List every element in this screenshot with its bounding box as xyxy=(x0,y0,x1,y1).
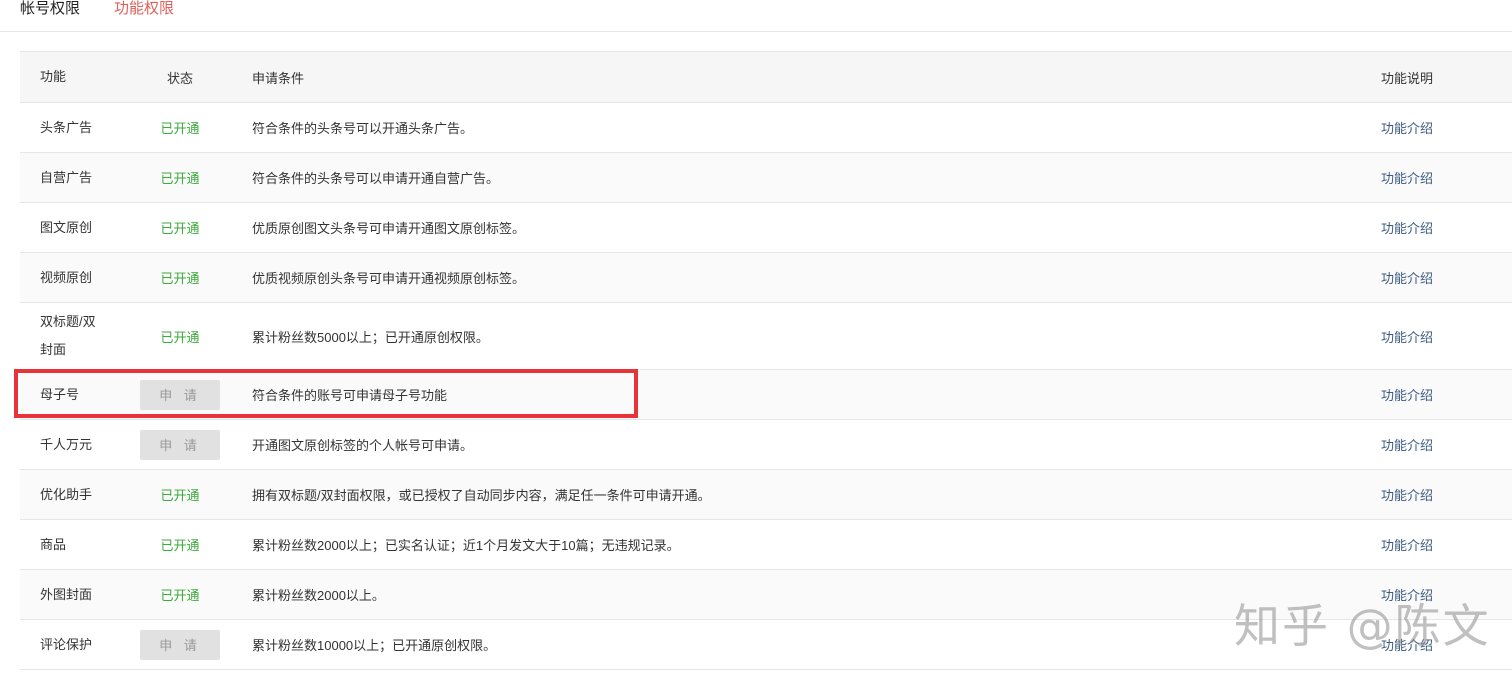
function-name: 双标题/双封面 xyxy=(40,314,96,357)
feature-intro-link[interactable]: 功能介绍 xyxy=(1381,327,1433,346)
function-name: 视频原创 xyxy=(40,269,93,285)
description-cell: 功能介绍 xyxy=(1381,303,1501,369)
description-cell: 功能介绍 xyxy=(1381,103,1501,152)
function-name: 自营广告 xyxy=(40,169,93,185)
description-cell: 功能介绍 xyxy=(1381,420,1501,469)
feature-intro-link[interactable]: 功能介绍 xyxy=(1381,485,1433,504)
condition-text: 优质视频原创头条号可申请开通视频原创标签。 xyxy=(252,271,526,286)
function-name: 商品 xyxy=(40,536,67,552)
table-header: 功能 状态 申请条件 功能说明 xyxy=(20,51,1512,103)
description-cell: 功能介绍 xyxy=(1381,370,1501,419)
feature-intro-link[interactable]: 功能介绍 xyxy=(1381,535,1433,554)
status-enabled-label: 已开通 xyxy=(160,271,200,286)
apply-button[interactable]: 申 请 xyxy=(140,429,220,460)
condition-text: 累计粉丝数2000以上；已实名认证；近1个月发文大于10篇；无违规记录。 xyxy=(252,538,680,553)
status-cell: 已开通 xyxy=(140,303,220,369)
status-cell: 已开通 xyxy=(140,103,220,152)
status-enabled-label: 已开通 xyxy=(160,121,200,136)
condition-text: 累计粉丝数2000以上。 xyxy=(252,588,385,603)
tab-function-permissions[interactable]: 功能权限 xyxy=(114,0,174,18)
status-cell: 已开通 xyxy=(140,520,220,569)
description-cell: 功能介绍 xyxy=(1381,520,1501,569)
apply-button[interactable]: 申 请 xyxy=(140,379,220,410)
feature-intro-link[interactable]: 功能介绍 xyxy=(1381,118,1433,137)
feature-intro-link[interactable]: 功能介绍 xyxy=(1381,385,1433,404)
status-cell: 已开通 xyxy=(140,570,220,619)
status-cell: 已开通 xyxy=(140,203,220,252)
description-cell: 功能介绍 xyxy=(1381,153,1501,202)
tab-account-permissions[interactable]: 帐号权限 xyxy=(20,0,80,18)
status-enabled-label: 已开通 xyxy=(160,588,200,603)
function-name: 头条广告 xyxy=(40,119,93,135)
status-cell: 申 请 xyxy=(140,420,220,469)
condition-text: 符合条件的头条号可以开通头条广告。 xyxy=(252,121,474,136)
status-cell: 已开通 xyxy=(140,153,220,202)
description-cell: 功能介绍 xyxy=(1381,203,1501,252)
function-name: 千人万元 xyxy=(40,436,93,452)
description-cell: 功能介绍 xyxy=(1381,470,1501,519)
condition-text: 拥有双标题/双封面权限，或已授权了自动同步内容，满足任一条件可申请开通。 xyxy=(252,488,711,503)
table-row: 商品 已开通 累计粉丝数2000以上；已实名认证；近1个月发文大于10篇；无违规… xyxy=(20,520,1512,570)
feature-intro-link[interactable]: 功能介绍 xyxy=(1381,585,1433,604)
status-enabled-label: 已开通 xyxy=(160,221,200,236)
table-row: 视频原创 已开通 优质视频原创头条号可申请开通视频原创标签。 功能介绍 xyxy=(20,253,1512,303)
table-row: 头条广告 已开通 符合条件的头条号可以开通头条广告。 功能介绍 xyxy=(20,103,1512,153)
header-status: 状态 xyxy=(166,70,193,86)
tab-bar: 帐号权限 功能权限 xyxy=(0,0,1512,32)
permissions-table: 功能 状态 申请条件 功能说明 头条广告 已开通 符合条件的头条号可以开通头条广… xyxy=(20,51,1512,670)
condition-text: 符合条件的头条号可以申请开通自营广告。 xyxy=(252,171,500,186)
table-row: 图文原创 已开通 优质原创图文头条号可申请开通图文原创标签。 功能介绍 xyxy=(20,203,1512,253)
status-cell: 申 请 xyxy=(140,620,220,669)
status-enabled-label: 已开通 xyxy=(160,171,200,186)
function-name: 图文原创 xyxy=(40,219,93,235)
apply-button[interactable]: 申 请 xyxy=(140,629,220,660)
status-cell: 已开通 xyxy=(140,253,220,302)
condition-text: 符合条件的账号可申请母子号功能 xyxy=(252,388,448,403)
function-name: 评论保护 xyxy=(40,636,93,652)
condition-text: 累计粉丝数10000以上；已开通原创权限。 xyxy=(252,638,497,653)
table-row: 母子号 申 请 符合条件的账号可申请母子号功能 功能介绍 xyxy=(20,370,1512,420)
table-row: 外图封面 已开通 累计粉丝数2000以上。 功能介绍 xyxy=(20,570,1512,620)
table-row: 双标题/双封面 已开通 累计粉丝数5000以上；已开通原创权限。 功能介绍 xyxy=(20,303,1512,370)
header-function: 功能 xyxy=(40,69,67,84)
feature-intro-link[interactable]: 功能介绍 xyxy=(1381,168,1433,187)
description-cell: 功能介绍 xyxy=(1381,570,1501,619)
status-enabled-label: 已开通 xyxy=(160,538,200,553)
status-cell: 申 请 xyxy=(140,370,220,419)
function-name: 母子号 xyxy=(40,386,80,402)
condition-text: 开通图文原创标签的个人帐号可申请。 xyxy=(252,438,474,453)
header-condition: 申请条件 xyxy=(252,70,305,86)
function-name: 优化助手 xyxy=(40,486,93,502)
function-name: 外图封面 xyxy=(40,586,93,602)
feature-intro-link[interactable]: 功能介绍 xyxy=(1381,635,1433,654)
description-cell: 功能介绍 xyxy=(1381,253,1501,302)
feature-intro-link[interactable]: 功能介绍 xyxy=(1381,435,1433,454)
feature-intro-link[interactable]: 功能介绍 xyxy=(1381,218,1433,237)
condition-text: 优质原创图文头条号可申请开通图文原创标签。 xyxy=(252,221,526,236)
status-enabled-label: 已开通 xyxy=(160,329,200,345)
table-row: 评论保护 申 请 累计粉丝数10000以上；已开通原创权限。 功能介绍 xyxy=(20,620,1512,670)
table-row: 千人万元 申 请 开通图文原创标签的个人帐号可申请。 功能介绍 xyxy=(20,420,1512,470)
status-enabled-label: 已开通 xyxy=(160,488,200,503)
condition-text: 累计粉丝数5000以上；已开通原创权限。 xyxy=(252,329,489,345)
header-description: 功能说明 xyxy=(1381,70,1434,86)
description-cell: 功能介绍 xyxy=(1381,620,1501,669)
table-row: 优化助手 已开通 拥有双标题/双封面权限，或已授权了自动同步内容，满足任一条件可… xyxy=(20,470,1512,520)
table-row: 自营广告 已开通 符合条件的头条号可以申请开通自营广告。 功能介绍 xyxy=(20,153,1512,203)
feature-intro-link[interactable]: 功能介绍 xyxy=(1381,268,1433,287)
status-cell: 已开通 xyxy=(140,470,220,519)
